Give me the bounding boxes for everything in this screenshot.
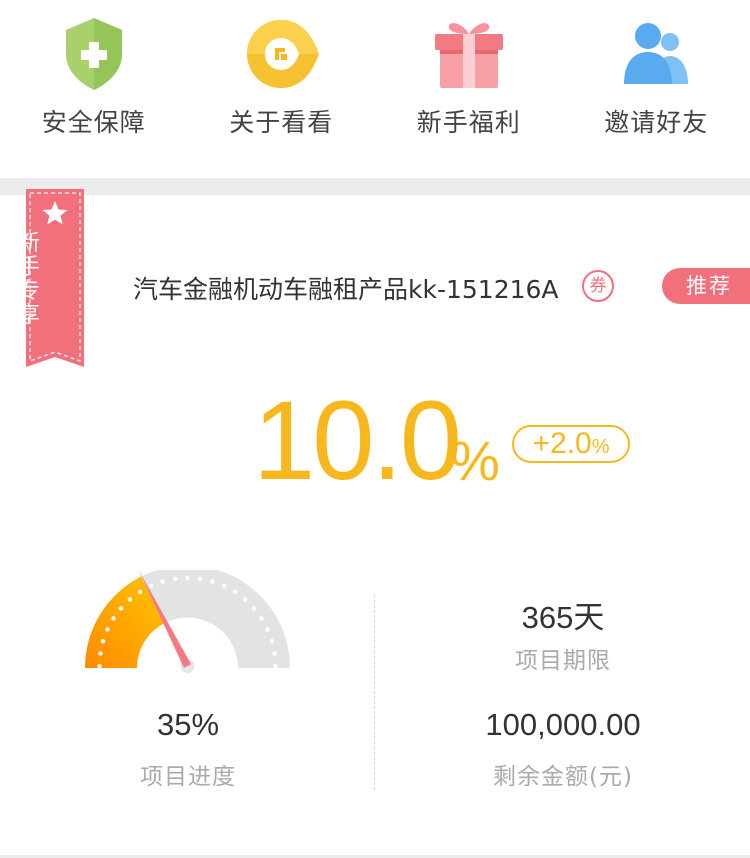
gauge-dot [265, 627, 270, 632]
gauge-dot [172, 576, 178, 582]
gauge-dot [269, 639, 275, 644]
gauge-dot [127, 597, 133, 602]
progress-gauge [85, 570, 290, 677]
recommend-tag: 推荐 [662, 268, 750, 304]
section-divider [0, 178, 750, 195]
bonus-unit: % [591, 436, 610, 458]
bonus-rate: +2.0 [532, 427, 592, 460]
ribbon-char: 手 [17, 255, 40, 280]
gauge-dot [105, 627, 110, 632]
users-icon [624, 23, 689, 84]
progress-label: 项目进度 [140, 764, 236, 790]
nav-label-about: 关于看看 [229, 108, 334, 137]
product-name[interactable]: 汽车金融机动车融租产品kk-151216A [133, 270, 559, 306]
gauge-dot [251, 606, 257, 611]
gauge-dot [148, 583, 154, 589]
nav-item-newbie[interactable]: 新手福利 [375, 0, 563, 178]
gauge-dot [259, 616, 264, 621]
gauge-dot [97, 663, 102, 669]
ribbon-label: 新 手 专 享 [0, 232, 58, 328]
nav-label-security: 安全保障 [41, 108, 146, 137]
gauge-dot [242, 597, 248, 602]
nav-item-about[interactable]: 关于看看 [188, 0, 376, 178]
remaining-amount-value: 100,000.00 [485, 707, 641, 742]
gauge-dot [160, 579, 165, 584]
gauge-dot [197, 576, 203, 582]
term-value: 365天 [521, 600, 605, 635]
ribbon-char: 新 [17, 231, 40, 256]
gauge-dot [272, 651, 277, 656]
shield-plus-icon [65, 18, 122, 90]
term-label: 项目期限 [515, 648, 611, 674]
gauge-dot [98, 651, 103, 656]
gauge-dot [210, 579, 215, 584]
nav-label-newbie: 新手福利 [416, 108, 521, 137]
quick-nav: 安全保障 关于看看 新手福利 邀请好友 [0, 0, 750, 178]
gauge-dot [221, 583, 227, 589]
gauge-dot [137, 589, 143, 595]
annual-rate: 10.0 [253, 378, 462, 503]
nav-item-invite[interactable]: 邀请好友 [563, 0, 750, 178]
coupon-badge: 券 [582, 270, 614, 302]
gauge-dot [273, 663, 278, 669]
gift-icon [434, 23, 503, 88]
ribbon-char: 专 [17, 279, 40, 304]
nav-item-security[interactable]: 安全保障 [0, 0, 188, 178]
brand-logo-icon [247, 20, 320, 88]
remaining-amount-label: 剩余金额(元) [493, 764, 633, 790]
stats-divider [374, 595, 375, 790]
bonus-rate-badge: +2.0% [512, 425, 630, 463]
gauge-dot [111, 616, 116, 621]
ribbon-char: 享 [17, 303, 40, 328]
gauge-dot [118, 606, 124, 611]
gauge-dot [185, 575, 190, 581]
gauge-dot [232, 589, 238, 595]
nav-label-invite: 邀请好友 [604, 108, 709, 137]
gauge-dot [100, 639, 106, 644]
rate-unit: % [450, 429, 500, 492]
progress-value: 35% [156, 707, 220, 742]
